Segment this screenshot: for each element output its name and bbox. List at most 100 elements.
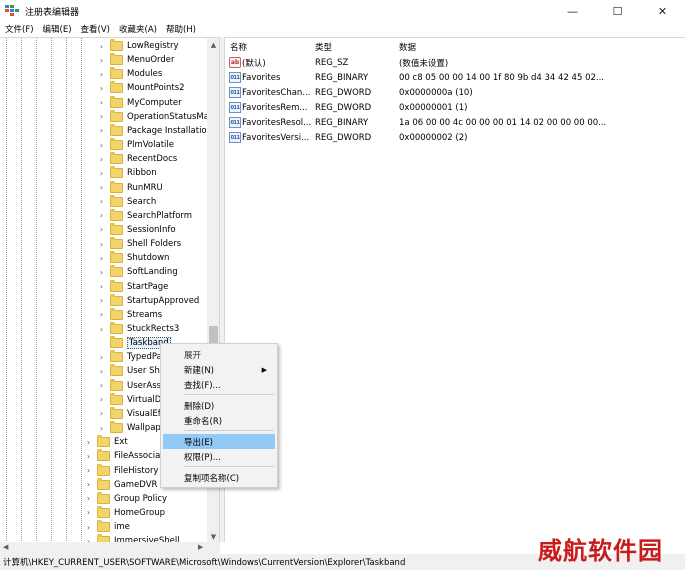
tree-item[interactable]: › PlmVolatile bbox=[97, 138, 174, 152]
close-button[interactable]: ✕ bbox=[640, 0, 685, 22]
tree-item[interactable]: › Ribbon bbox=[97, 166, 157, 180]
value-row[interactable]: 011 Favorites REG_BINARY 00 c8 05 00 00 14 … bbox=[225, 70, 685, 85]
expand-chevron-icon[interactable]: › bbox=[97, 112, 106, 121]
context-export[interactable]: 导出(E) bbox=[163, 434, 275, 449]
tree-item[interactable]: › VisualEf bbox=[97, 406, 161, 421]
tree-item[interactable]: › Search bbox=[97, 194, 156, 209]
expand-chevron-icon[interactable]: › bbox=[97, 381, 106, 390]
tree-item[interactable]: › Shutdown bbox=[97, 251, 169, 265]
expand-chevron-icon[interactable]: › bbox=[84, 466, 93, 475]
scroll-right-icon[interactable]: ▶ bbox=[198, 543, 203, 551]
value-row[interactable]: 011 FavoritesChan... REG_DWORD 0x0000000a (… bbox=[225, 85, 685, 100]
expand-chevron-icon[interactable]: › bbox=[97, 155, 106, 164]
tree-item[interactable]: › MountPoints2 bbox=[97, 81, 185, 95]
tree-item[interactable]: › GameDVR bbox=[84, 477, 157, 492]
expand-chevron-icon[interactable]: › bbox=[97, 169, 106, 178]
expand-chevron-icon[interactable]: › bbox=[84, 508, 93, 517]
expand-chevron-icon[interactable]: › bbox=[97, 183, 106, 192]
tree-item[interactable]: › ImmersiveShell bbox=[84, 534, 180, 542]
expand-chevron-icon[interactable]: › bbox=[97, 395, 106, 404]
expand-chevron-icon[interactable]: › bbox=[97, 70, 106, 79]
maximize-button[interactable]: ☐ bbox=[595, 0, 640, 22]
expand-chevron-icon[interactable]: › bbox=[97, 84, 106, 93]
expand-chevron-icon[interactable]: › bbox=[97, 141, 106, 150]
expand-chevron-icon[interactable]: › bbox=[84, 523, 93, 532]
tree-horizontal-scrollbar[interactable]: ◀ ▶ bbox=[0, 542, 220, 554]
column-header-name[interactable]: 名称 bbox=[230, 41, 247, 53]
tree-item[interactable]: › SoftLanding bbox=[97, 265, 178, 279]
value-row[interactable]: 011 FavoritesVersi... REG_DWORD 0x00000002 … bbox=[225, 130, 685, 145]
expand-chevron-icon[interactable]: › bbox=[97, 225, 106, 234]
tree-item[interactable]: › Wallpap bbox=[97, 421, 161, 435]
expand-chevron-icon[interactable]: › bbox=[97, 325, 106, 334]
context-copy-key-name[interactable]: 复制项名称(C) bbox=[163, 470, 275, 485]
tree-item[interactable]: › StartupApproved bbox=[97, 293, 199, 308]
menu-view[interactable]: 查看(V) bbox=[78, 23, 116, 35]
expand-chevron-icon[interactable]: › bbox=[97, 240, 106, 249]
tree-item[interactable]: › UserAss bbox=[97, 378, 161, 393]
tree-item[interactable]: › FileAssociat bbox=[84, 449, 164, 463]
tree-item[interactable]: › RecentDocs bbox=[97, 152, 177, 166]
menu-favorites[interactable]: 收藏夹(A) bbox=[116, 23, 163, 35]
tree-item[interactable]: › SearchPlatform bbox=[97, 208, 192, 223]
expand-chevron-icon[interactable]: › bbox=[84, 452, 93, 461]
minimize-button[interactable]: — bbox=[550, 0, 595, 22]
tree-item[interactable]: › Modules bbox=[97, 67, 162, 81]
expand-chevron-icon[interactable]: › bbox=[97, 197, 106, 206]
value-row[interactable]: 011 FavoritesResol... REG_BINARY 1a 06 00 0… bbox=[225, 115, 685, 130]
tree-item[interactable]: › Shell Folders bbox=[97, 237, 181, 251]
column-header-data[interactable]: 数据 bbox=[399, 41, 416, 53]
tree-item[interactable]: › FileHistory bbox=[84, 463, 158, 478]
tree-item[interactable]: › ime bbox=[84, 520, 130, 534]
expand-chevron-icon[interactable]: › bbox=[97, 254, 106, 263]
tree-item[interactable]: › Ext bbox=[84, 435, 128, 449]
expand-chevron-icon[interactable]: › bbox=[84, 438, 93, 447]
tree-item[interactable]: › TypedPa bbox=[97, 350, 162, 364]
expand-chevron-icon[interactable]: › bbox=[84, 480, 93, 489]
expand-chevron-icon[interactable]: › bbox=[97, 310, 106, 319]
expand-chevron-icon[interactable]: › bbox=[97, 353, 106, 362]
tree-item[interactable]: › Streams bbox=[97, 307, 162, 322]
tree-item[interactable]: › LowRegistry bbox=[97, 39, 179, 53]
expand-chevron-icon[interactable]: › bbox=[97, 282, 106, 291]
expand-chevron-icon[interactable]: › bbox=[97, 126, 106, 135]
tree-item[interactable]: › MyComputer bbox=[97, 95, 182, 110]
expand-chevron-icon[interactable]: › bbox=[97, 98, 106, 107]
context-new[interactable]: 新建(N) ▶ bbox=[163, 362, 275, 377]
scroll-down-icon[interactable]: ▼ bbox=[207, 530, 219, 542]
context-rename[interactable]: 重命名(R) bbox=[163, 413, 275, 428]
scroll-left-icon[interactable]: ◀ bbox=[3, 543, 8, 551]
menu-edit[interactable]: 编辑(E) bbox=[40, 23, 78, 35]
expand-chevron-icon[interactable]: › bbox=[97, 42, 106, 51]
tree-item[interactable]: › Package Installation bbox=[97, 123, 212, 138]
expand-chevron-icon[interactable]: › bbox=[97, 211, 106, 220]
expand-chevron-icon[interactable]: › bbox=[97, 367, 106, 376]
tree-item[interactable]: › User Sh bbox=[97, 364, 160, 378]
context-permissions[interactable]: 权限(P)... bbox=[163, 449, 275, 464]
tree-item[interactable]: › Group Policy bbox=[84, 491, 167, 506]
tree-item[interactable]: › VirtualD bbox=[97, 392, 161, 407]
context-delete[interactable]: 删除(D) bbox=[163, 398, 275, 413]
tree-item[interactable]: › SessionInfo bbox=[97, 222, 176, 237]
expand-chevron-icon[interactable]: › bbox=[84, 494, 93, 503]
column-header-type[interactable]: 类型 bbox=[315, 41, 332, 53]
expand-chevron-icon[interactable]: › bbox=[97, 424, 106, 433]
tree-item[interactable]: › StuckRects3 bbox=[97, 322, 179, 336]
expand-chevron-icon[interactable]: › bbox=[97, 296, 106, 305]
expand-chevron-icon[interactable]: › bbox=[97, 268, 106, 277]
tree-item[interactable]: › MenuOrder bbox=[97, 53, 175, 67]
menu-help[interactable]: 帮助(H) bbox=[163, 23, 202, 35]
expand-chevron-icon[interactable]: › bbox=[97, 409, 106, 418]
expand-chevron-icon[interactable]: › bbox=[97, 56, 106, 65]
tree-item[interactable]: › RunMRU bbox=[97, 180, 163, 195]
context-expand[interactable]: 展开 bbox=[163, 347, 275, 362]
tree-item[interactable]: › HomeGroup bbox=[84, 505, 165, 520]
scroll-up-icon[interactable]: ▲ bbox=[207, 38, 219, 51]
expand-chevron-icon[interactable] bbox=[97, 339, 106, 348]
value-row[interactable]: ab (默认) REG_SZ (数值未设置) bbox=[225, 55, 685, 70]
tree-item[interactable]: › OperationStatusMa bbox=[97, 109, 209, 124]
context-find[interactable]: 查找(F)... bbox=[163, 377, 275, 392]
tree-item[interactable]: › StartPage bbox=[97, 279, 168, 294]
menu-file[interactable]: 文件(F) bbox=[2, 23, 40, 35]
value-row[interactable]: 011 FavoritesRem... REG_DWORD 0x00000001 (1… bbox=[225, 100, 685, 115]
